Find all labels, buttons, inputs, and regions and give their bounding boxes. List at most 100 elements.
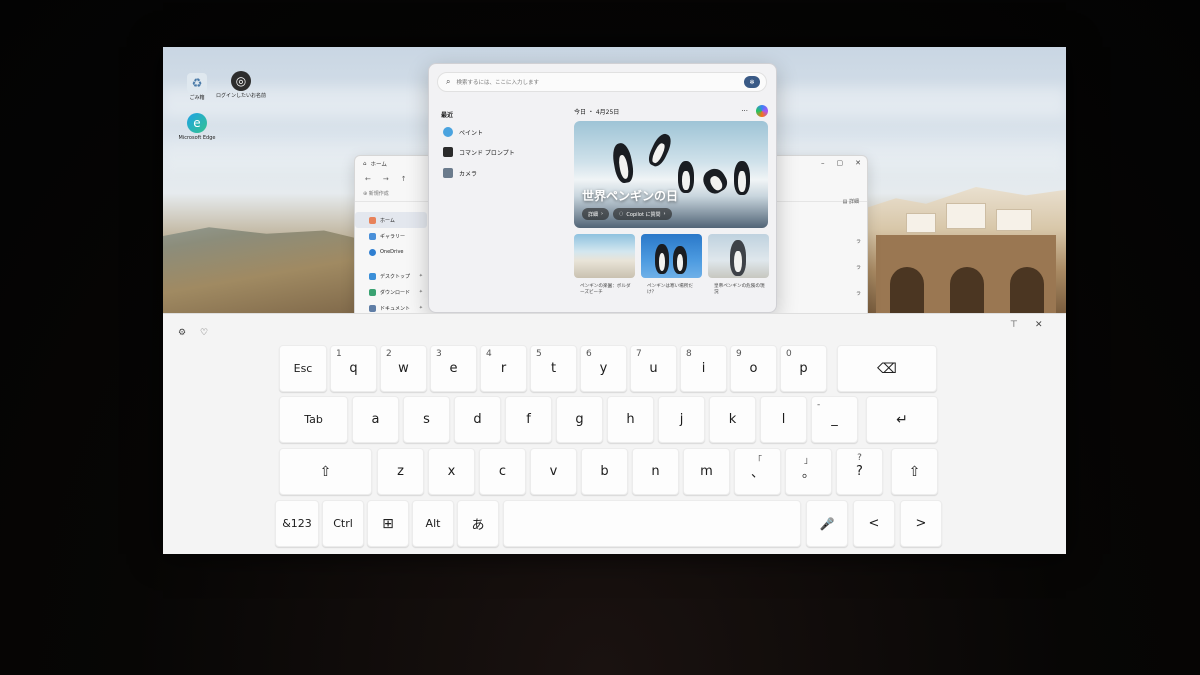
desktop-icon-shortcut[interactable]: ◎ ログインしたいお名前 [215, 71, 267, 99]
key-enter[interactable]: ↵ [866, 396, 938, 443]
key-u[interactable]: 7u [630, 345, 677, 392]
widgets-header: 今日 ・ 4月25日 ··· [574, 105, 768, 117]
up-icon[interactable]: ↑ [401, 175, 407, 183]
bing-icon[interactable]: ✻ [744, 76, 760, 88]
sidebar-item-gallery[interactable]: ギャラリー [355, 228, 427, 244]
key-space[interactable] [503, 500, 801, 547]
key-alt[interactable]: Alt [412, 500, 454, 547]
new-button[interactable]: ⊕ 新規作成 [363, 190, 389, 197]
key-z[interactable]: z [377, 448, 424, 495]
sidebar-item-onedrive[interactable]: OneDrive [355, 244, 427, 260]
news-card[interactable]: ペンギンの楽園：ボルダーズビーチ [574, 234, 635, 296]
dock-icon[interactable]: ⊤ [1010, 320, 1018, 330]
key-n[interactable]: n [632, 448, 679, 495]
photo-background: { "desktop": { "icons": [ {"label": "ごみ箱… [0, 0, 1200, 675]
key-period-bracket[interactable]: 」。 [785, 448, 832, 495]
key-j[interactable]: j [658, 396, 705, 443]
close-icon[interactable]: ✕ [1035, 320, 1043, 330]
key-question[interactable]: ?? [836, 448, 883, 495]
sidebar-item-documents[interactable]: ドキュメント ✦ [355, 300, 427, 313]
file-row[interactable]: ラ [856, 238, 861, 245]
key-shift-left[interactable]: ⇧ [279, 448, 372, 495]
key-h[interactable]: h [607, 396, 654, 443]
key-x[interactable]: x [428, 448, 475, 495]
key-symbols[interactable]: &123 [275, 500, 319, 547]
copilot-ask-button[interactable]: ◌ Copilot に質問 › [613, 208, 672, 220]
chevron-right-icon: › [663, 211, 666, 217]
touch-keyboard[interactable]: ⚙ ♡ ⊤ ✕ Esc 1q 2w 3e 4r 5t 6y 7u 8i 9o 0… [163, 313, 1066, 554]
key-y[interactable]: 6y [580, 345, 627, 392]
recycle-bin-icon: ♻ [187, 73, 207, 93]
close-icon[interactable]: ✕ [855, 159, 861, 167]
key-p[interactable]: 0p [780, 345, 827, 392]
key-t[interactable]: 5t [530, 345, 577, 392]
desktop-icon-edge[interactable]: e Microsoft Edge [171, 113, 223, 141]
key-backspace[interactable]: ⌫ [837, 345, 937, 392]
minimize-icon[interactable]: – [821, 159, 825, 167]
back-icon[interactable]: ← [365, 175, 371, 183]
news-card[interactable]: 皇帝ペンギンの危険の現況 [708, 234, 769, 296]
key-esc[interactable]: Esc [279, 345, 327, 392]
copilot-icon[interactable] [756, 105, 768, 117]
key-underscore[interactable]: - _ [811, 396, 858, 443]
key-label: ? [856, 464, 863, 479]
file-row[interactable]: ラ [856, 290, 861, 297]
key-r[interactable]: 4r [480, 345, 527, 392]
maximize-icon[interactable]: ▢ [837, 159, 844, 167]
key-label: Ctrl [333, 517, 353, 530]
key-g[interactable]: g [556, 396, 603, 443]
key-microphone[interactable]: 🎤 [806, 500, 848, 547]
recent-item-paint[interactable]: ペイント [443, 127, 483, 137]
file-row[interactable]: ラ [856, 264, 861, 271]
emoji-icon[interactable]: ♡ [200, 328, 208, 338]
news-card[interactable]: ペンギンは寒い場所だけ？ [641, 234, 702, 296]
key-comma-bracket[interactable]: 「、 [734, 448, 781, 495]
key-shift-right[interactable]: ⇧ [891, 448, 938, 495]
key-left-arrow[interactable]: < [853, 500, 895, 547]
key-ctrl[interactable]: Ctrl [322, 500, 364, 547]
sidebar-item-desktop[interactable]: デスクトップ ✦ [355, 268, 427, 284]
recent-item-command-prompt[interactable]: コマンド プロンプト [443, 147, 515, 157]
sidebar-item-downloads[interactable]: ダウンロード ✦ [355, 284, 427, 300]
key-windows[interactable]: ⊞ [367, 500, 409, 547]
key-c[interactable]: c [479, 448, 526, 495]
window-controls: – ▢ ✕ [821, 159, 861, 167]
start-search-box[interactable]: ⌕ 検索するには、ここに入力します ✻ [437, 72, 767, 92]
more-options-icon[interactable]: ··· [741, 107, 748, 115]
recent-item-camera[interactable]: カメラ [443, 168, 477, 178]
settings-icon[interactable]: ⚙ [178, 328, 186, 338]
key-d[interactable]: d [454, 396, 501, 443]
key-a[interactable]: a [352, 396, 399, 443]
key-q[interactable]: 1q [330, 345, 377, 392]
start-menu[interactable]: ⌕ 検索するには、ここに入力します ✻ 最近 ペイント コマンド プロンプト カ… [428, 63, 777, 313]
sidebar-item-home[interactable]: ホーム [355, 212, 427, 228]
enter-icon: ↵ [896, 411, 908, 428]
key-m[interactable]: m [683, 448, 730, 495]
key-w[interactable]: 2w [380, 345, 427, 392]
new-label: 新規作成 [368, 191, 389, 197]
details-button[interactable]: 詳細 › [582, 208, 610, 220]
hero-news-card[interactable]: 世界ペンギンの日 詳細 › ◌ Copilot に質問 › [574, 121, 768, 228]
key-e[interactable]: 3e [430, 345, 477, 392]
key-v[interactable]: v [530, 448, 577, 495]
key-s[interactable]: s [403, 396, 450, 443]
key-tab[interactable]: Tab [279, 396, 348, 443]
sidebar-item-label: ドキュメント [380, 305, 411, 312]
gallery-icon [369, 232, 376, 240]
details-button[interactable]: ▤ 詳細 [843, 198, 859, 205]
key-o[interactable]: 9o [730, 345, 777, 392]
sidebar-item-label: ダウンロード [380, 289, 411, 296]
key-ime-hiragana[interactable]: あ [457, 500, 499, 547]
command-prompt-icon [443, 147, 453, 157]
key-label: _ [831, 412, 838, 427]
key-f[interactable]: f [505, 396, 552, 443]
key-b[interactable]: b [581, 448, 628, 495]
key-k[interactable]: k [709, 396, 756, 443]
key-l[interactable]: l [760, 396, 807, 443]
forward-icon[interactable]: → [383, 175, 389, 183]
windows-icon: ⊞ [382, 515, 394, 532]
bridge-arch [1010, 267, 1044, 313]
key-i[interactable]: 8i [680, 345, 727, 392]
details-label: 詳細 [848, 199, 859, 205]
key-right-arrow[interactable]: > [900, 500, 942, 547]
